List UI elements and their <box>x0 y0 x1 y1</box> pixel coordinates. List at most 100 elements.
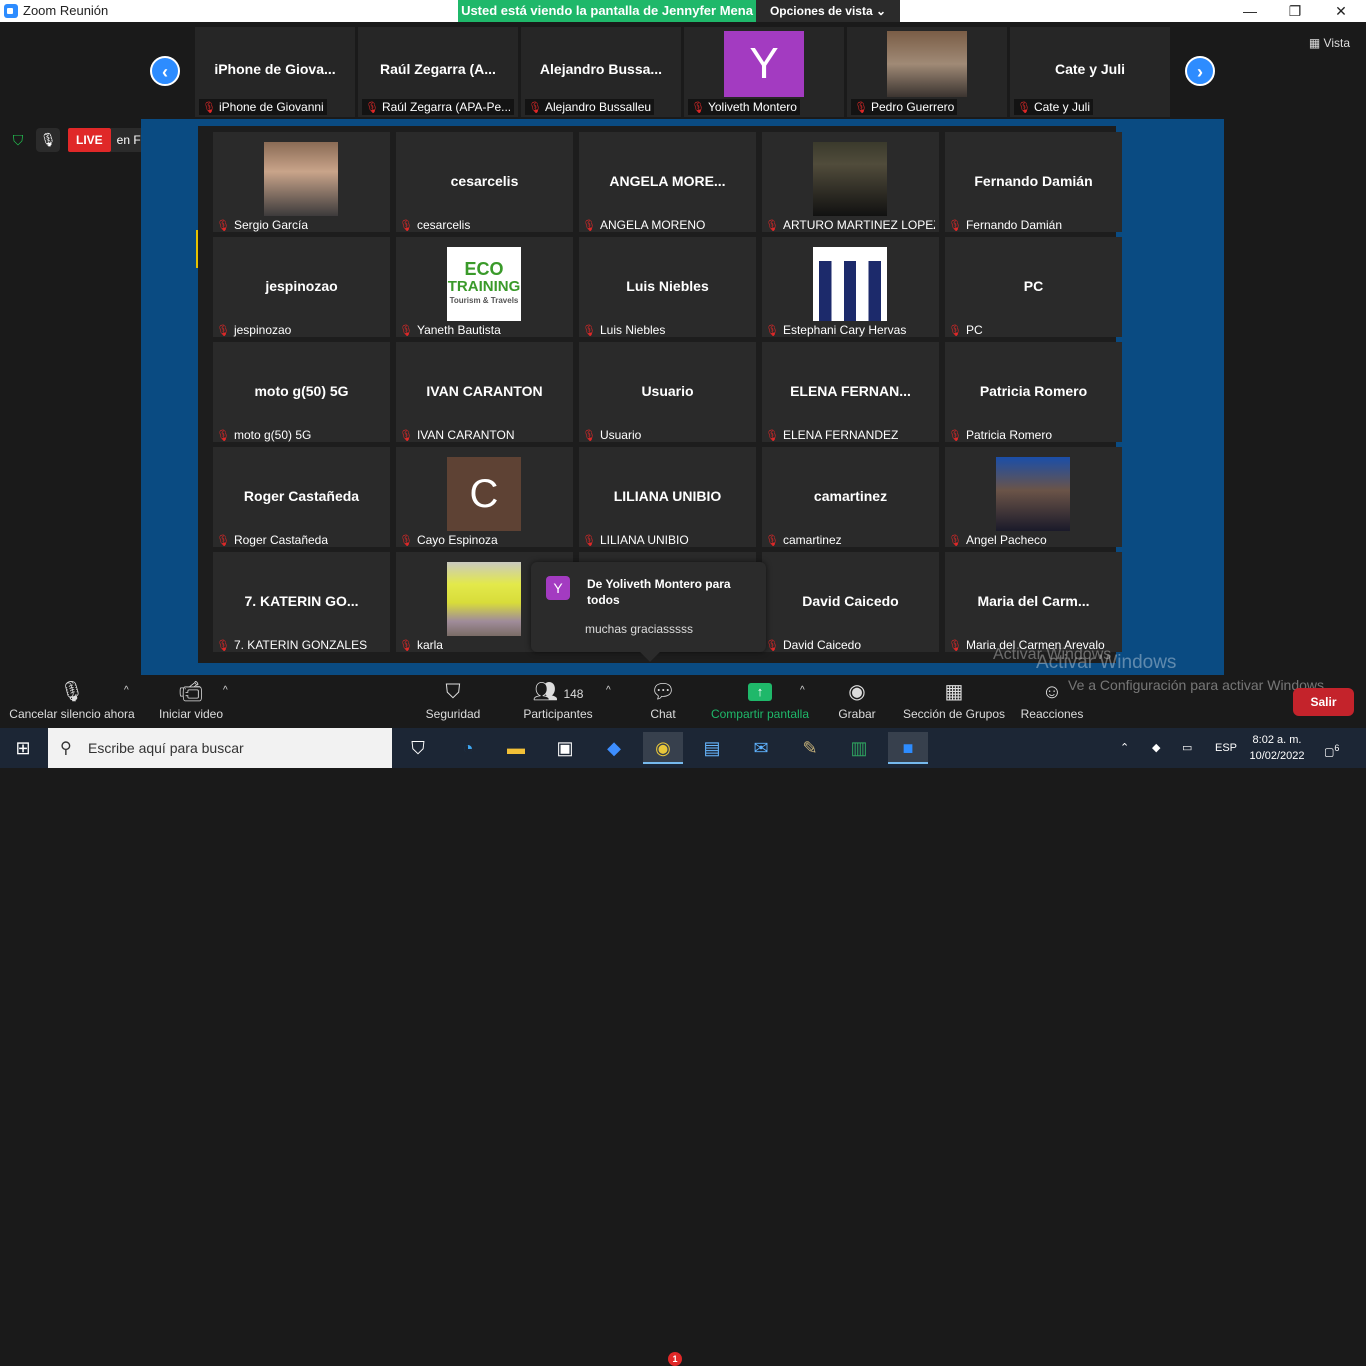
paint-icon[interactable]: ✎ <box>790 732 830 764</box>
tile-display-name: Roger Castañeda <box>243 488 360 504</box>
thumbnail-tile[interactable]: Y 🎙 Yoliveth Montero <box>684 27 844 117</box>
notification-icon: ▢ <box>1324 746 1335 759</box>
network-icon[interactable]: ▭ <box>1182 728 1192 768</box>
record-button[interactable]: ◉ Grabar <box>834 675 880 728</box>
share-options-caret[interactable]: ^ <box>800 685 805 696</box>
next-page-button[interactable]: › <box>1185 56 1215 86</box>
taskbar-search[interactable]: ⚲ Escribe aquí para buscar <box>48 728 392 768</box>
mail-icon[interactable]: ✉ <box>741 732 781 764</box>
chevron-left-icon: ‹ <box>162 62 168 82</box>
tile-name-label: 🎙 Sergio García <box>216 218 308 232</box>
chat-icon: 💬︎ <box>650 681 676 703</box>
minimize-button[interactable]: — <box>1227 0 1273 22</box>
start-video-label: Iniciar video <box>158 707 224 721</box>
video-options-caret[interactable]: ^ <box>223 685 228 696</box>
start-video-button[interactable]: 📹︎ Iniciar video <box>152 675 230 728</box>
gallery-tile: ANGELA MORE... 🎙 ANGELA MORENO <box>579 132 756 232</box>
thumbnail-tile[interactable]: Raúl Zegarra (A... 🎙 Raúl Zegarra (APA-Pe… <box>358 27 518 117</box>
vista-button[interactable]: ▦ Vista <box>1309 36 1350 50</box>
tile-name-label: 🎙 Estephani Cary Hervas <box>765 323 906 337</box>
share-screen-button[interactable]: ↑ Compartir pantalla <box>706 675 814 728</box>
gallery-tile: 🎙 Sergio García <box>213 132 390 232</box>
excel-icon[interactable]: ▥ <box>839 732 879 764</box>
show-hidden-icons-icon[interactable]: ⌃ <box>1120 728 1129 768</box>
search-icon: ⚲ <box>60 740 72 757</box>
view-options-button[interactable]: Opciones de vista ⌄ <box>756 0 900 22</box>
notifications-button[interactable]: ▢6 <box>1324 728 1339 768</box>
breakout-rooms-button[interactable]: ▦ Sección de Grupos <box>902 675 1006 728</box>
thumbnail-tile[interactable]: iPhone de Giova... 🎙 iPhone de Giovanni <box>195 27 355 117</box>
participants-options-caret[interactable]: ^ <box>606 685 611 696</box>
mic-muted-icon: 🎙 <box>216 324 230 337</box>
tile-name-label: 🎙 cesarcelis <box>399 218 470 232</box>
mic-muted-icon: 🎙 <box>765 429 779 442</box>
tile-name-label: 🎙 karla <box>399 638 443 652</box>
app-title: Zoom Reunión <box>4 3 108 18</box>
thumbnail-tile[interactable]: Alejandro Bussa... 🎙 Alejandro Bussalleu <box>521 27 681 117</box>
tile-display-name: camartinez <box>813 488 888 504</box>
mic-muted-icon: 🎙 <box>365 101 379 114</box>
maximize-button[interactable]: ❐ <box>1272 0 1318 22</box>
mic-muted-icon: 🎙 <box>582 534 596 547</box>
mic-muted-icon: 🎙 <box>216 219 230 232</box>
participant-name: Luis Niebles <box>599 323 666 337</box>
shield-icon: ⛉ <box>445 681 461 703</box>
chat-notification[interactable]: Y De Yoliveth Montero para todos muchas … <box>531 562 766 662</box>
gallery-tile: Maria del Carm... 🎙 Maria del Carmen Arev… <box>945 552 1122 652</box>
input-language[interactable]: ESP <box>1215 728 1237 768</box>
thumbnail-tile[interactable]: 🎙 Pedro Guerrero <box>847 27 1007 117</box>
participant-name: Cayo Espinoza <box>416 533 498 547</box>
encryption-shield-icon[interactable]: ⛉ <box>8 130 28 150</box>
security-button[interactable]: ⛉ Seguridad <box>420 675 486 728</box>
tile-display-name: cesarcelis <box>450 173 519 189</box>
participant-photo <box>447 562 521 636</box>
record-label: Grabar <box>838 707 876 721</box>
audio-options-caret[interactable]: ^ <box>124 685 129 696</box>
close-window-button[interactable]: ✕ <box>1318 0 1364 22</box>
gallery-tile: 🎙 ARTURO MARTINEZ LOPEZ <box>762 132 939 232</box>
participant-photo <box>264 142 338 216</box>
mic-muted-icon: 🎙 <box>399 219 413 232</box>
thumbnail-name-label: 🎙 Cate y Juli <box>1014 99 1093 115</box>
mic-muted-icon: 🎙 <box>582 324 596 337</box>
store-icon[interactable]: ▣ <box>545 732 585 764</box>
prev-page-button[interactable]: ‹ <box>150 56 180 86</box>
tile-name-label: 🎙 moto g(50) 5G <box>216 428 311 442</box>
tile-name-label: 🎙 Yaneth Bautista <box>399 323 501 337</box>
contacts-app-icon[interactable]: ▤ <box>692 732 732 764</box>
zoom-taskbar-icon[interactable]: ■ <box>888 732 928 764</box>
tile-name-label: 🎙 PC <box>948 323 983 337</box>
edge-browser-icon[interactable]: ◔ <box>448 732 488 764</box>
mic-muted-icon: 🎙 <box>399 324 413 337</box>
gallery-tile: ECO TRAINING Tourism & Travels 🎙 Yaneth B… <box>396 237 573 337</box>
security-app-icon[interactable]: ⛉ <box>398 732 438 764</box>
tile-name-label: 🎙 ELENA FERNANDEZ <box>765 428 898 442</box>
mic-muted-icon: 🎙 <box>948 534 962 547</box>
file-explorer-icon[interactable]: ▬ <box>496 732 536 764</box>
mic-off-icon: 🎙︎ <box>59 681 85 703</box>
dropbox-tray-icon[interactable]: ◆ <box>1152 728 1160 768</box>
gallery-tile: Usuario 🎙 Usuario <box>579 342 756 442</box>
mic-muted-icon: 🎙 <box>765 324 779 337</box>
logo-line-1: ECO <box>464 259 504 279</box>
participants-label: Participantes <box>523 707 593 721</box>
unmute-label: Cancelar silencio ahora <box>9 707 135 721</box>
participant-name: cesarcelis <box>416 218 471 232</box>
system-clock[interactable]: 8:02 a. m. 10/02/2022 <box>1245 732 1309 764</box>
unmute-button[interactable]: 🎙︎ Cancelar silencio ahora <box>8 675 136 728</box>
chat-button[interactable]: 💬︎ Chat <box>640 675 686 728</box>
windows-start-icon[interactable]: ⊞ <box>0 728 46 768</box>
mic-muted-icon: 🎙 <box>691 101 705 114</box>
mic-muted-icon: 🎙 <box>1017 101 1031 114</box>
share-screen-label: Compartir pantalla <box>710 707 810 721</box>
leave-meeting-button[interactable]: Salir <box>1293 688 1354 716</box>
thumbnail-tile[interactable]: Cate y Juli 🎙 Cate y Juli <box>1010 27 1170 117</box>
participant-name: Patricia Romero <box>965 428 1052 442</box>
tile-name-label: 🎙 Cayo Espinoza <box>399 533 498 547</box>
logo-line-2: TRAINING <box>447 278 521 295</box>
dropbox-icon[interactable]: ◆ <box>594 732 634 764</box>
chrome-icon[interactable]: ◉ <box>643 732 683 764</box>
participant-name: Angel Pacheco <box>965 533 1047 547</box>
participants-button[interactable]: 👥︎ 148 Participantes <box>520 675 596 728</box>
tile-display-name: IVAN CARANTON <box>426 383 543 399</box>
